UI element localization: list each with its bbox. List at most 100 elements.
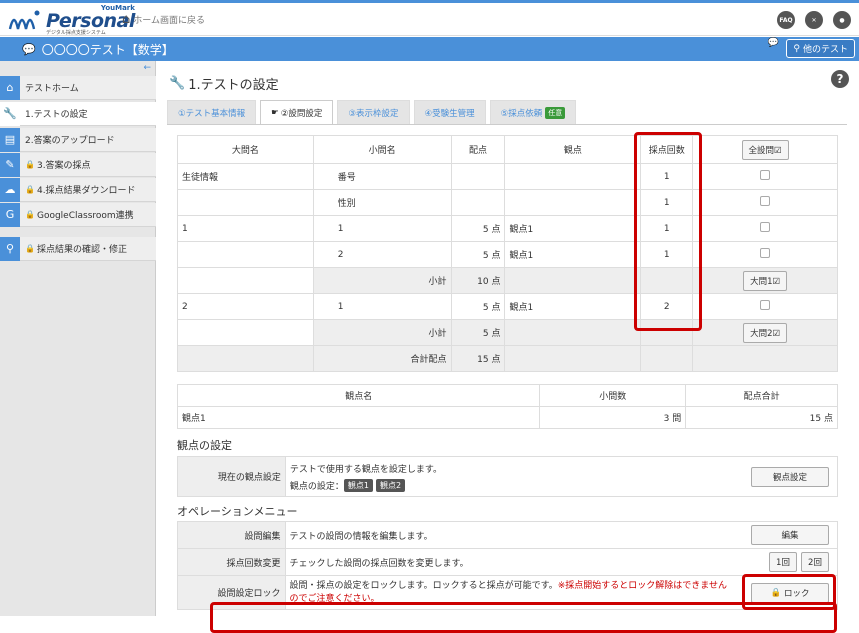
table-row: 1 1 5 点 観点1 1 [177,215,838,242]
row-checkbox[interactable] [760,196,771,206]
table-row: 2 5 点 観点1 1 [177,241,838,268]
wrench-icon: 🔧 [169,76,186,91]
operations-table: 設問編集 テストの設問の情報を編集します。 編集 採点回数変更 チェックした設問… [177,521,839,610]
sidebar-item-grading[interactable]: ✎ 🔒 3.答案の採点 [0,152,156,177]
table-row: 小計 5 点 大問2☑ [177,319,838,346]
lock-button[interactable]: 🔒 ロック [751,583,829,603]
tab-question-settings[interactable]: ☛ ②設問設定 [260,100,334,124]
edit-button[interactable]: 編集 [751,525,829,545]
kanten-settings-table: 現在の観点設定 テストで使用する観点を設定します。 観点の設定： 観点1 観点2… [177,456,839,497]
document-icon: ▤ [0,127,20,152]
kanten-badge: 観点1 [343,478,373,492]
grading-count: 1 [640,163,694,190]
sidebar-item-upload[interactable]: ▤ 2.答案のアップロード [0,127,156,152]
kanten-summary-table: 観点名 小問数 配点合計 観点1 3 問 15 点 [176,384,838,429]
home-icon: ⌂ [122,12,131,27]
kanten-settings-label: 現在の観点設定 [177,456,286,497]
sidebar-item-download[interactable]: ☁ 🔒 4.採点結果ダウンロード [0,177,156,202]
table-row: 合計配点 15 点 [177,345,838,372]
search-icon: ⚲ [793,43,800,54]
optional-badge: 任意 [545,106,566,119]
sidebar-item-test-home[interactable]: ⌂ テストホーム [0,75,156,100]
row-checkbox[interactable] [760,248,771,258]
question-table: 大問名 小問名 配点 観点 採点回数 全設問☑ 生徒情報 番号 1 性別 1 1… [177,135,838,372]
table-row: 採点回数変更 チェックした設問の採点回数を変更します。 1回 2回 [177,548,839,576]
chat-icon: 💬 [22,43,36,56]
sidebar-item-label: 採点結果の確認・修正 [36,245,127,255]
sidebar-item-label: 2.答案のアップロード [25,136,115,146]
title-bar: 💬 〇〇〇〇テスト【数学】 💬 ⚲ 他のテスト [0,37,859,61]
header-kanten-name: 観点名 [176,384,541,407]
table-row: 観点1 3 問 15 点 [176,406,838,429]
tab-bar: ①テスト基本情報 ☛ ②設問設定 ③表示枠設定 ④受験生管理 ⑤採点依頼 任意 [167,100,580,124]
row-checkbox[interactable] [760,300,771,310]
select-q1-button[interactable]: 大問1☑ [743,270,788,291]
wrench-icon: 🔧 [0,101,20,126]
tab-grading-request[interactable]: ⑤採点依頼 任意 [489,100,577,124]
edit-icon: ✎ [0,152,20,177]
sidebar: ← ⌂ テストホーム 🔧 1.テストの設定 ▤ 2.答案のアップロード ✎ 🔒 … [0,61,156,616]
cloud-download-icon: ☁ [0,177,20,202]
lock-icon: 🔒 [25,210,35,219]
tab-examinee-management[interactable]: ④受験生管理 [413,100,486,124]
row-checkbox[interactable] [760,222,771,232]
lock-icon: 🔒 [25,244,35,253]
home-link[interactable]: ⌂ ホーム画面に戻る [122,12,205,27]
kanten-current-prefix: 観点の設定： [289,481,344,492]
header-score-total: 配点合計 [685,384,838,407]
main-content: 🔧 1.テストの設定 ? ①テスト基本情報 ☛ ②設問設定 ③表示枠設定 ④受験… [157,61,859,633]
help-icon[interactable]: ? [831,70,849,88]
sidebar-item-test-settings[interactable]: 🔧 1.テストの設定 [0,101,156,126]
table-row: 性別 1 [177,189,838,216]
header-score: 配点 [450,135,506,164]
top-bar: YouMark Personal デジタル採点支援システム ⌂ ホーム画面に戻る… [0,0,859,36]
header-big-question: 大問名 [177,135,314,164]
table-row: 設問編集 テストの設問の情報を編集します。 編集 [177,521,839,549]
user-icon[interactable]: ● [833,11,851,29]
sidebar-item-review[interactable]: ⚲ 🔒 採点結果の確認・修正 [0,236,156,261]
header-kanten: 観点 [504,135,642,164]
header-small-question: 小問名 [312,135,452,164]
brand-logo[interactable]: YouMark Personal デジタル採点支援システム [8,4,135,35]
google-icon: G [0,202,20,227]
chat-small-icon[interactable]: 💬 [768,38,779,48]
kanten-settings-button[interactable]: 観点設定 [751,467,829,487]
lock-icon: 🔒 [25,160,35,169]
page-title: 🔧 1.テストの設定 [169,76,279,93]
table-row: 生徒情報 番号 1 [177,163,838,190]
tab-basic-info[interactable]: ①テスト基本情報 [167,100,257,124]
home-link-label: ホーム画面に戻る [133,16,205,26]
table-row: 2 1 5 点 観点1 2 [177,293,838,320]
select-q2-button[interactable]: 大問2☑ [743,322,788,343]
lock-icon: 🔒 [770,588,782,598]
sidebar-item-label: 1.テストの設定 [25,110,88,120]
table-row: 小計 10 点 大問1☑ [177,267,838,294]
sidebar-item-label: 3.答案の採点 [36,161,91,171]
other-test-label: 他のテスト [802,45,848,55]
sidebar-item-label: GoogleClassroom連携 [36,211,134,221]
mute-chat-icon[interactable]: ✕ [805,11,823,29]
operations-heading: オペレーションメニュー [177,505,298,518]
kanten-settings-heading: 観点の設定 [177,439,232,452]
grading-count: 1 [640,241,694,268]
test-title: 〇〇〇〇テスト【数学】 [41,43,174,57]
other-test-button[interactable]: ⚲ 他のテスト [786,39,855,58]
header-question-count: 小問数 [539,384,687,407]
sidebar-item-google-classroom[interactable]: G 🔒 GoogleClassroom連携 [0,202,156,227]
faq-icon[interactable]: FAQ [777,11,795,29]
sidebar-item-label: 4.採点結果ダウンロード [36,186,136,196]
tab-display-frame[interactable]: ③表示枠設定 [337,100,410,124]
sidebar-item-label: テストホーム [25,84,79,94]
one-time-button[interactable]: 1回 [769,552,797,572]
row-checkbox[interactable] [760,170,771,180]
settings-panel: 大問名 小問名 配点 観点 採点回数 全設問☑ 生徒情報 番号 1 性別 1 1… [167,124,847,633]
grading-count: 1 [640,215,694,242]
home-icon: ⌂ [0,75,20,100]
collapse-arrow-icon[interactable]: ← [143,63,151,73]
grading-count: 2 [640,293,694,320]
two-times-button[interactable]: 2回 [801,552,829,572]
kanten-badge: 観点2 [375,478,406,492]
grading-count: 1 [640,189,694,216]
lock-icon: 🔒 [25,185,35,194]
select-all-button[interactable]: 全設問☑ [741,139,789,160]
